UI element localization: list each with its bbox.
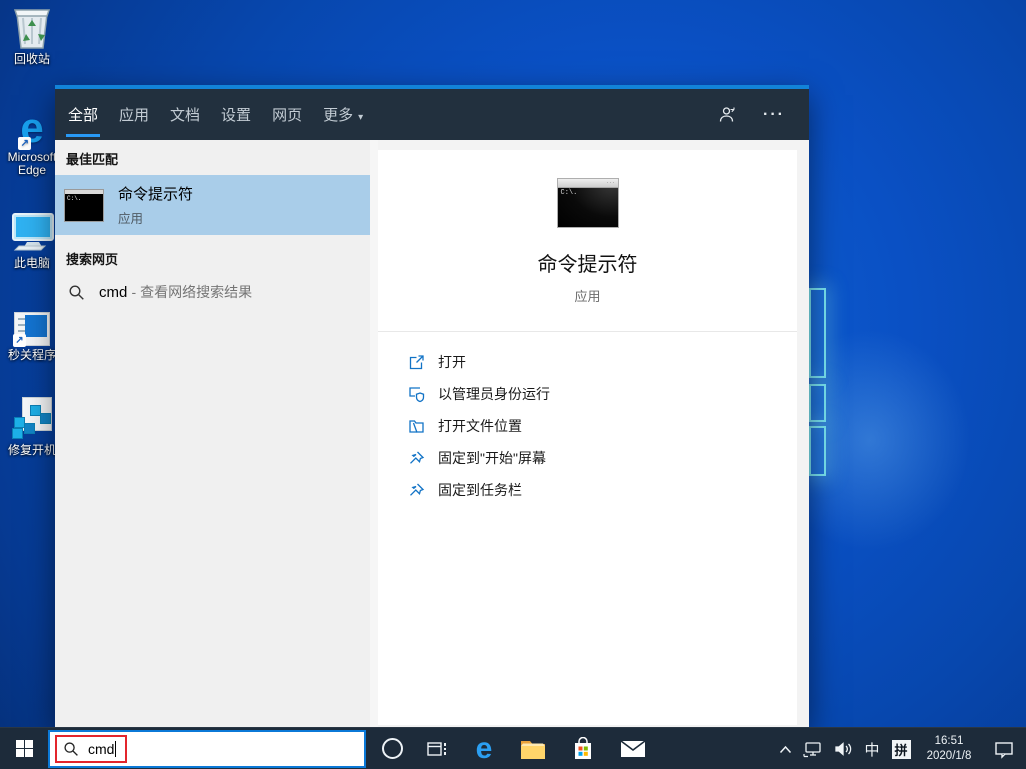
clock-date: 2020/1/8 (926, 750, 972, 762)
desktop-icon-recycle-bin[interactable]: 回收站 (0, 4, 64, 66)
search-icon (63, 741, 79, 757)
web-suffix: - 查看网络搜索结果 (131, 284, 253, 300)
search-web-header: 搜索网页 (66, 252, 119, 267)
shortcut-arrow-icon: ↗ (13, 334, 26, 347)
open-launch-icon (408, 354, 425, 371)
wallpaper-logo-pane (809, 384, 826, 422)
task-view-button[interactable] (414, 728, 460, 769)
system-tray: 中 拼 16:51 2020/1/8 (772, 728, 1026, 769)
tab-settings[interactable]: 设置 (219, 100, 253, 129)
search-filter-tabs: 全部 应用 文档 设置 网页 更多 ▾ (66, 89, 382, 140)
ime-language-indicator[interactable]: 中 (858, 728, 886, 769)
mail-button[interactable] (608, 728, 658, 769)
mail-envelope-icon (620, 739, 646, 757)
result-type: 应用 (118, 212, 144, 226)
start-button[interactable] (0, 728, 48, 769)
desktop: 回收站 e ↗ Microsoft Edge 此电脑 ↗ 秒关程序 修复开机 全… (0, 0, 1026, 769)
volume-icon[interactable] (828, 728, 858, 769)
clock-time: 16:51 (934, 735, 964, 747)
cmd-prompt-text: C:\. (560, 189, 578, 197)
ime-mode-indicator[interactable]: 拼 (886, 728, 916, 769)
folder-location-icon (408, 418, 425, 435)
file-explorer-button[interactable] (508, 728, 558, 769)
action-center-icon (995, 741, 1013, 759)
cmd-window-icon-large: ··· C:\. (556, 178, 619, 228)
more-options-ellipsis-icon[interactable]: ··· (763, 106, 785, 124)
search-results-list: 最佳匹配 命令提示符 应用 搜索网页 cmd (55, 140, 370, 727)
best-match-result-cmd[interactable]: 命令提示符 应用 (55, 175, 370, 235)
window-buttons-dots: ··· (606, 180, 616, 186)
pin-icon (408, 482, 425, 499)
web-search-result[interactable]: cmd - 查看网络搜索结果 (55, 272, 370, 312)
store-icon (575, 736, 591, 759)
action-run-as-admin[interactable]: 以管理员身份运行 (408, 378, 797, 410)
preview-app-title: 命令提示符 (537, 254, 638, 276)
result-title: 命令提示符 (118, 186, 194, 203)
search-panel-header: 全部 应用 文档 设置 网页 更多 ▾ ··· (55, 85, 809, 140)
wallpaper-logo-pane (809, 288, 826, 378)
tab-documents[interactable]: 文档 (168, 100, 202, 129)
action-center-button[interactable] (982, 728, 1026, 769)
taskbar: cmd e 中 拼 16:51 2020/1/8 (0, 727, 1026, 769)
shortcut-arrow-icon: ↗ (18, 137, 32, 150)
scrollbar-track[interactable] (370, 140, 378, 727)
signin-person-icon[interactable] (718, 105, 737, 124)
cmd-window-icon (64, 188, 104, 222)
text-cursor (115, 740, 117, 757)
action-pin-to-start[interactable]: 固定到"开始"屏幕 (408, 442, 797, 474)
taskbar-clock[interactable]: 16:51 2020/1/8 (916, 728, 982, 769)
wallpaper-logo-pane (809, 426, 826, 476)
context-actions: 打开 以管理员身份运行 打开文件位置 固定到"开始"屏幕 固定到任务栏 (378, 332, 797, 506)
search-icon (68, 284, 85, 301)
cortana-button[interactable] (370, 728, 414, 769)
tab-all[interactable]: 全部 (66, 100, 101, 137)
task-view-icon (427, 741, 446, 756)
desktop-icon-label: 回收站 (13, 52, 50, 66)
edge-icon: e (475, 731, 493, 765)
pin-icon (408, 450, 425, 467)
windows-logo-icon (15, 740, 33, 757)
tab-more[interactable]: 更多 ▾ (321, 100, 365, 129)
search-query-text: cmd (88, 740, 115, 757)
recycle-bin-icon (0, 4, 64, 50)
search-panel-body: 最佳匹配 命令提示符 应用 搜索网页 cmd (55, 140, 809, 727)
hidden-icons-chevron-icon[interactable] (772, 728, 798, 769)
start-search-panel: 全部 应用 文档 设置 网页 更多 ▾ ··· 最佳匹配 C:\. 命令提示符 … (55, 85, 809, 727)
preview-app-type: 应用 (574, 289, 601, 304)
best-match-header: 最佳匹配 (66, 152, 119, 167)
network-icon[interactable] (798, 728, 828, 769)
file-explorer-icon (521, 740, 545, 759)
taskbar-search-input[interactable]: cmd (48, 729, 366, 768)
admin-shield-icon (408, 386, 425, 403)
action-open-file-location[interactable]: 打开文件位置 (408, 410, 797, 442)
cortana-circle-icon (381, 738, 403, 759)
edge-taskbar-button[interactable]: e (460, 728, 508, 769)
action-pin-to-taskbar[interactable]: 固定到任务栏 (408, 474, 797, 506)
microsoft-store-button[interactable] (558, 728, 608, 769)
action-open[interactable]: 打开 (408, 346, 797, 378)
tab-web[interactable]: 网页 (270, 100, 304, 129)
annotation-red-box: cmd (55, 734, 128, 763)
web-query: cmd (99, 284, 128, 301)
chevron-down-icon: ▾ (358, 112, 364, 123)
preview-pane: ··· C:\. 命令提示符 应用 打开 以管理员身份运行 打开文件位置 固定到… (378, 140, 809, 727)
tab-apps[interactable]: 应用 (117, 100, 151, 129)
